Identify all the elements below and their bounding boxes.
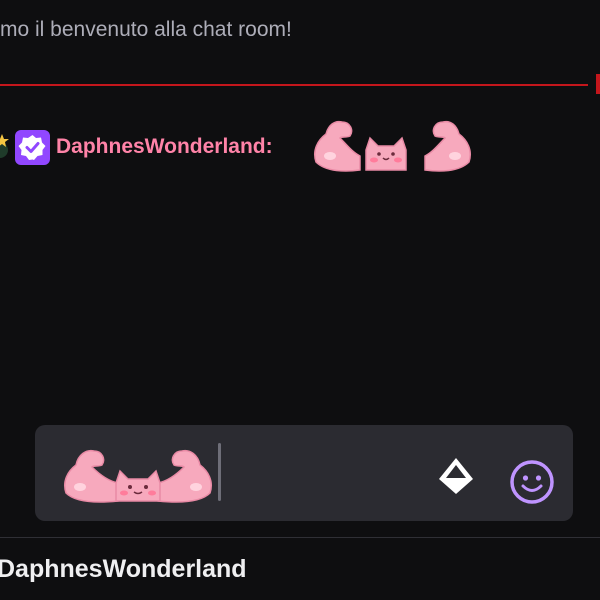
chat-message: DaphnesWonderland: — [0, 116, 600, 176]
chat-divider — [0, 84, 588, 86]
channel-points-icon[interactable] — [435, 455, 477, 497]
chat-input-box[interactable] — [35, 425, 573, 521]
verified-badge-icon[interactable] — [15, 130, 50, 165]
footer-separator — [0, 537, 600, 538]
welcome-message: mo il benvenuto alla chat room! — [0, 18, 292, 41]
chat-username[interactable]: DaphnesWonderland: — [56, 135, 273, 159]
emoji-picker-icon[interactable] — [509, 459, 555, 505]
footer-username: DaphnesWonderland — [0, 555, 247, 583]
text-caret — [218, 443, 221, 501]
star-badge-icon[interactable] — [0, 130, 10, 160]
muscle-cat-emote[interactable] — [310, 116, 475, 174]
muscle-cat-emote-input — [64, 449, 212, 503]
divider-marker — [596, 74, 600, 94]
